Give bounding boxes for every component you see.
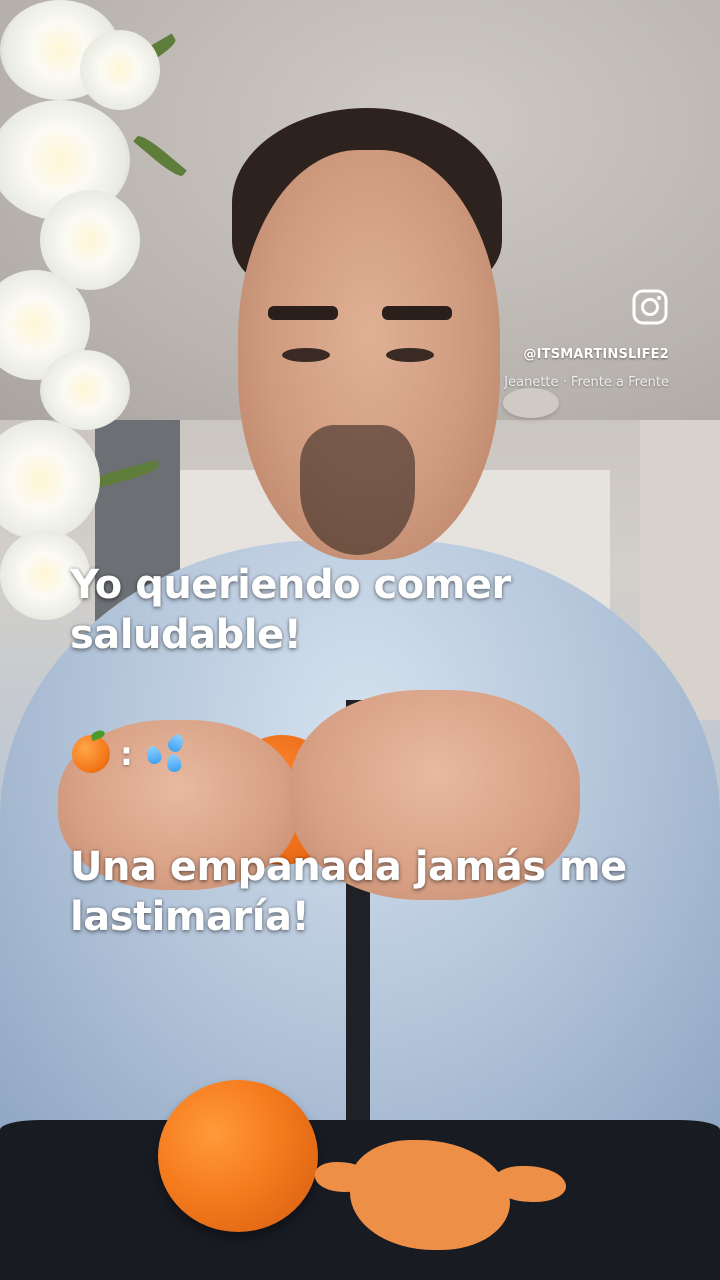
tangerine-emoji [72, 735, 110, 773]
caption-bottom: Una empanada jamás me lastimaría! [70, 844, 627, 940]
emoji-colon: : [120, 735, 133, 773]
sweat-droplets-emoji [143, 731, 189, 776]
right-eyebrow [382, 306, 452, 320]
video-frame: @ITSMARTINSLIFE2 Jeanette · Frente a Fre… [0, 0, 720, 1280]
instagram-icon[interactable] [632, 289, 668, 325]
instagram-username[interactable]: @ITSMARTINSLIFE2 [523, 347, 669, 362]
beard [300, 425, 415, 555]
music-info: Jeanette · Frente a Frente [504, 375, 669, 390]
whole-orange [158, 1080, 318, 1232]
left-eyebrow [268, 306, 338, 320]
left-eye [282, 348, 330, 362]
emoji-line: : [72, 730, 189, 778]
caption-top: Yo queriendo comer saludable! [70, 562, 511, 658]
right-eye [386, 348, 434, 362]
ceiling-lamp [503, 388, 559, 418]
